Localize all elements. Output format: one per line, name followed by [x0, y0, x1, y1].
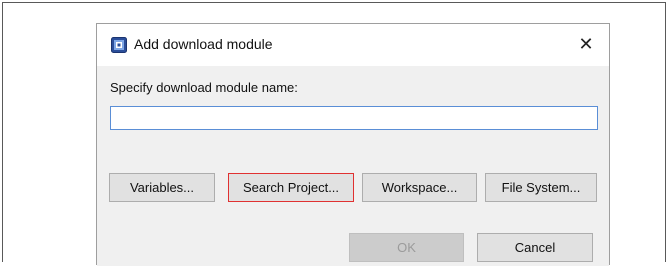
dialog-titlebar: Add download module ✕ [97, 24, 609, 66]
workspace-button[interactable]: Workspace... [362, 173, 477, 202]
variables-button[interactable]: Variables... [109, 173, 215, 202]
add-download-module-dialog: Add download module ✕ Specify download m… [96, 23, 610, 266]
cancel-button[interactable]: Cancel [477, 233, 593, 262]
app-module-icon [111, 37, 127, 53]
module-name-label: Specify download module name: [110, 80, 298, 95]
dialog-body: Specify download module name: Variables.… [97, 66, 609, 266]
close-icon[interactable]: ✕ [575, 33, 597, 55]
dialog-title: Add download module [134, 36, 273, 52]
search-project-button[interactable]: Search Project... [228, 173, 354, 202]
ok-button[interactable]: OK [349, 233, 464, 262]
module-name-input[interactable] [110, 106, 598, 130]
file-system-button[interactable]: File System... [485, 173, 597, 202]
